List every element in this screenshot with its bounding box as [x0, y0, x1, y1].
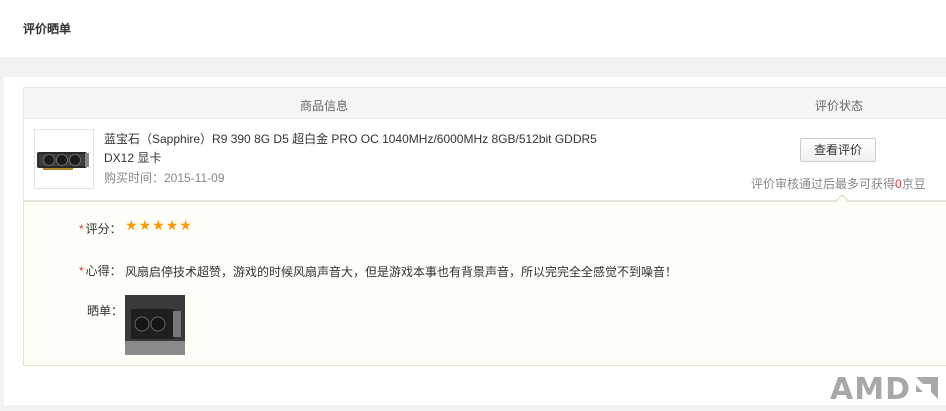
- bean-note-suffix: 京豆: [901, 177, 926, 191]
- graphics-card-photo: [125, 295, 185, 355]
- bean-note-prefix: 评价审核通过后最多可获得: [751, 177, 896, 191]
- view-review-button[interactable]: 查看评价: [800, 138, 876, 162]
- order-table: 商品信息 评价状态 蓝宝石（Sapphire）R9 390 8G D5 超白金 …: [23, 87, 946, 201]
- table-header: 商品信息 评价状态: [24, 88, 946, 119]
- product-thumbnail[interactable]: [34, 129, 94, 189]
- amd-arrow-icon: [916, 377, 938, 399]
- amd-watermark-logo: AMD: [830, 372, 940, 407]
- review-detail-box: * 评分： ★ ★ ★ ★ ★ * 心得： 风扇启停技术超赞，游戏的时候风扇声音大，…: [23, 194, 946, 366]
- comment-label: * 心得：: [79, 262, 122, 279]
- star-icon: ★: [165, 217, 179, 233]
- rating-label: * 评分：: [79, 220, 122, 237]
- rating-label-text: 评分：: [85, 222, 122, 236]
- star-icon: ★: [138, 217, 152, 233]
- column-header-status: 评价状态: [815, 99, 864, 113]
- comment-label-text: 心得：: [85, 264, 122, 278]
- required-mark: *: [79, 264, 84, 278]
- star-icon: ★: [125, 217, 138, 233]
- column-header-product: 商品信息: [300, 99, 349, 113]
- comment-text: 风扇启停技术超赞，游戏的时候风扇声音大，但是游戏本事也有背景声音，所以完完全全感…: [125, 265, 678, 279]
- star-rating: ★ ★ ★ ★ ★: [125, 218, 192, 232]
- star-icon: ★: [179, 217, 192, 233]
- purchase-date: 购买时间：2015-11-09: [104, 171, 225, 185]
- bean-count: 0: [895, 177, 902, 191]
- required-mark: *: [79, 222, 84, 236]
- review-photo[interactable]: [125, 295, 185, 355]
- pointer-arrow-fill: [835, 196, 849, 203]
- product-title-link[interactable]: 蓝宝石（Sapphire）R9 390 8G D5 超白金 PRO OC 104…: [104, 130, 624, 168]
- page-title: 评价晒单: [23, 22, 72, 36]
- graphics-card-image: [37, 152, 89, 170]
- bean-reward-note: 评价审核通过后最多可获得0京豆: [751, 175, 926, 192]
- review-panel: 商品信息 评价状态 蓝宝石（Sapphire）R9 390 8G D5 超白金 …: [4, 77, 946, 405]
- photo-label: 晒单：: [87, 304, 124, 318]
- amd-watermark-text: AMD: [830, 372, 911, 407]
- star-icon: ★: [152, 217, 165, 233]
- header-panel: 评价晒单: [0, 0, 946, 57]
